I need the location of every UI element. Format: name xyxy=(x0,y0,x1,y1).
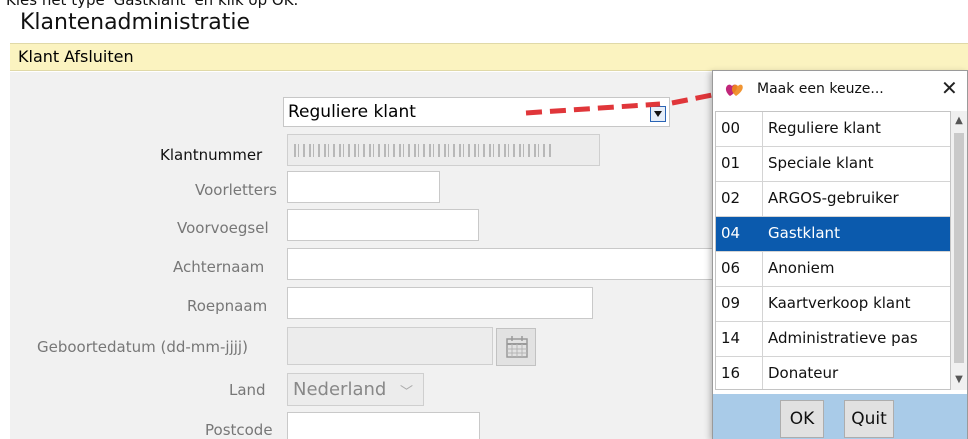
label-postcode: Postcode xyxy=(205,421,273,439)
klantnummer-field xyxy=(287,134,600,166)
option-name: Gastklant xyxy=(768,224,840,242)
chevron-down-icon[interactable] xyxy=(650,106,666,122)
postcode-field[interactable] xyxy=(287,412,480,439)
label-voorletters: Voorletters xyxy=(195,181,277,199)
dialog-footer: OK Quit xyxy=(713,394,967,439)
option-name: Reguliere klant xyxy=(768,119,881,137)
chevron-down-icon: ﹀ xyxy=(399,385,413,400)
label-klantnummer: Klantnummer xyxy=(160,146,263,164)
list-item[interactable]: 14 Administratieve pas xyxy=(716,322,950,357)
land-value: Nederland xyxy=(293,379,387,400)
achternaam-field[interactable] xyxy=(287,248,714,280)
close-icon[interactable]: ✕ xyxy=(941,76,958,100)
option-name: Donateur xyxy=(768,364,839,382)
option-code: 09 xyxy=(716,287,763,321)
option-code: 06 xyxy=(716,252,763,286)
option-code: 01 xyxy=(716,147,763,181)
scroll-up-icon[interactable]: ▲ xyxy=(951,113,967,129)
calendar-button[interactable] xyxy=(496,328,536,366)
calendar-icon xyxy=(506,336,528,358)
hearts-logo-icon xyxy=(725,84,743,96)
option-code: 00 xyxy=(716,112,763,146)
label-land: Land xyxy=(229,381,266,399)
option-name: Speciale klant xyxy=(768,154,874,172)
option-name: Kaartverkoop klant xyxy=(768,294,911,312)
option-name: Administratieve pas xyxy=(768,329,918,347)
voorletters-field[interactable] xyxy=(287,171,440,203)
option-code: 02 xyxy=(716,182,763,216)
list-item[interactable]: 01 Speciale klant xyxy=(716,147,950,182)
list-item[interactable]: 02 ARGOS-gebruiker xyxy=(716,182,950,217)
app-window: Kies het type 'Gastklant' en klik op OK.… xyxy=(0,0,968,439)
option-code: 16 xyxy=(716,357,763,389)
option-name: Anoniem xyxy=(768,259,835,277)
instruction-text: Kies het type 'Gastklant' en klik op OK. xyxy=(6,0,299,9)
list-item[interactable]: 16 Donateur xyxy=(716,357,950,389)
ok-button[interactable]: OK xyxy=(780,400,824,438)
option-code: 04 xyxy=(716,217,763,251)
menu-klant[interactable]: Klant xyxy=(18,47,59,66)
dialog-title: Maak een keuze... xyxy=(757,81,884,97)
option-code: 14 xyxy=(716,322,763,356)
list-item[interactable]: 00 Reguliere klant xyxy=(716,112,950,147)
label-voorvoegsel: Voorvoegsel xyxy=(177,219,269,237)
option-name: ARGOS-gebruiker xyxy=(768,189,899,207)
roepnaam-field[interactable] xyxy=(287,287,593,319)
list-scrollbar[interactable]: ▲ ▼ xyxy=(951,111,967,390)
customer-type-select[interactable]: Reguliere klant xyxy=(283,97,670,127)
menubar: Klant Afsluiten xyxy=(10,43,968,71)
choice-dialog: Maak een keuze... ✕ 00 Reguliere klant 01 S… xyxy=(712,70,968,439)
label-achternaam: Achternaam xyxy=(173,258,265,276)
app-title: Klantenadministratie xyxy=(20,10,251,35)
customer-type-value: Reguliere klant xyxy=(288,102,416,122)
label-geboortedatum: Geboortedatum (dd-mm-jjjj) xyxy=(37,338,248,356)
menu-afsluiten[interactable]: Afsluiten xyxy=(64,47,134,66)
option-list: 00 Reguliere klant 01 Speciale klant 02 ARGOS… xyxy=(715,111,951,390)
dialog-titlebar: Maak een keuze... ✕ xyxy=(713,71,967,109)
barcode-placeholder xyxy=(294,144,552,157)
voorvoegsel-field[interactable] xyxy=(287,209,479,241)
geboortedatum-field[interactable] xyxy=(287,327,493,365)
quit-button[interactable]: Quit xyxy=(844,400,894,438)
list-item[interactable]: 06 Anoniem xyxy=(716,252,950,287)
scroll-thumb[interactable] xyxy=(954,133,964,363)
land-select[interactable]: Nederland ﹀ xyxy=(287,373,424,406)
label-roepnaam: Roepnaam xyxy=(187,297,268,315)
list-item[interactable]: 04 Gastklant xyxy=(716,217,950,252)
scroll-down-icon[interactable]: ▼ xyxy=(951,372,967,388)
list-item[interactable]: 09 Kaartverkoop klant xyxy=(716,287,950,322)
